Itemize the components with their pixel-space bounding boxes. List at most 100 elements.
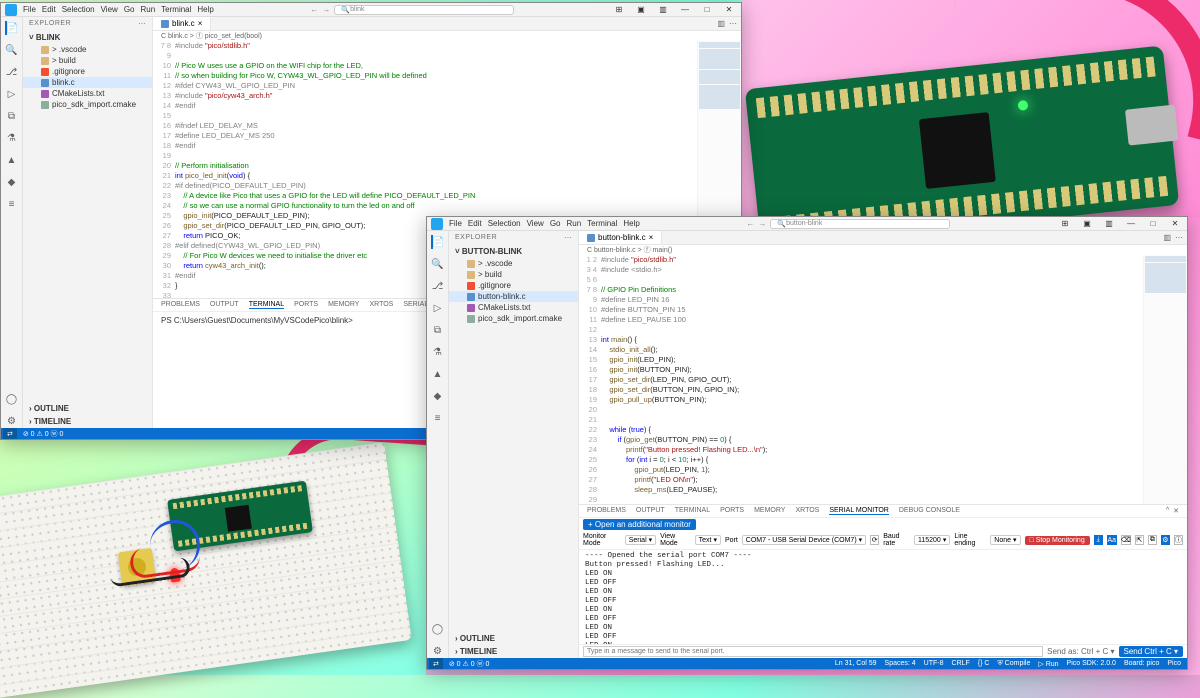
outline-section[interactable]: › OUTLINE (23, 402, 152, 415)
status----c[interactable]: {} C (978, 660, 990, 667)
line-ending-select[interactable]: None ▾ (990, 535, 1020, 545)
menu-view[interactable]: View (527, 219, 544, 228)
cmake-icon[interactable]: ▲ (431, 367, 445, 381)
open-monitor-button[interactable]: + Open an additional monitor (583, 519, 696, 530)
problems-status[interactable]: ⊘ 0 ⚠ 0 ⓦ 0 (449, 659, 490, 669)
menu-run[interactable]: Run (566, 219, 581, 228)
menu-selection[interactable]: Selection (62, 5, 95, 14)
panel-maximize-icon[interactable]: ^ (1166, 507, 1169, 515)
panel-tab-problems[interactable]: PROBLEMS (587, 507, 626, 515)
file-cmakelists-txt[interactable]: CMakeLists.txt (449, 302, 578, 313)
tab-button-blink-c[interactable]: button-blink.c × (579, 231, 662, 244)
refresh-port-icon[interactable]: ⟳ (870, 535, 879, 545)
more-icon[interactable]: ⋯ (565, 234, 573, 242)
explorer-sidebar[interactable]: EXPLORER⋯ ˅ BLINK > .vscode> build.gitig… (23, 17, 153, 428)
problems-status[interactable]: ⊘ 0 ⚠ 0 ⓦ 0 (23, 429, 64, 439)
more-icon[interactable]: ⋯ (729, 19, 737, 28)
editor-tabs[interactable]: button-blink.c × ▥ ⋯ (579, 231, 1187, 245)
extensions-icon[interactable]: ⧉ (431, 323, 445, 337)
timeline-section[interactable]: › TIMELINE (23, 415, 152, 428)
panel-tab-ports[interactable]: PORTS (294, 301, 318, 309)
status-bar[interactable]: ⇄⊘ 0 ⚠ 0 ⓦ 0 Ln 31, Col 59Spaces: 4UTF-8… (427, 658, 1187, 669)
settings-icon[interactable]: ⚙ (431, 644, 445, 658)
menu-help[interactable]: Help (623, 219, 639, 228)
nav-back-icon[interactable]: ← (746, 219, 754, 228)
file-pico-sdk-import-cmake[interactable]: pico_sdk_import.cmake (23, 99, 152, 110)
activity-bar[interactable]: 📄 🔍 ⎇ ▷ ⧉ ⚗ ▲ ◆ ≡ ◯ ⚙ (427, 231, 449, 658)
breadcrumb[interactable]: C button-blink.c > ⓕ main() (579, 245, 1187, 255)
file-button-blink-c[interactable]: button-blink.c (449, 291, 578, 302)
clear-icon[interactable]: ⌫ (1121, 535, 1131, 545)
panel-tab-serial-monitor[interactable]: SERIAL MONITOR (829, 507, 889, 515)
serial-input-bar[interactable]: Send as: Ctrl + C ▾ Send Ctrl + C ▾ (579, 644, 1187, 658)
menu-edit[interactable]: Edit (42, 5, 56, 14)
layout-panel-icon[interactable]: ⊞ (611, 5, 627, 14)
code-editor[interactable]: 1 2 3 4 5 6 7 8 9 10 11 12 13 14 15 16 1… (579, 255, 1187, 504)
pico-icon[interactable]: ◆ (5, 175, 19, 189)
more-icon[interactable]: ⋯ (1175, 233, 1183, 242)
nav-fwd-icon[interactable]: → (322, 5, 330, 14)
close-tab-icon[interactable]: × (198, 19, 203, 28)
editor-tabs[interactable]: blink.c × ▥⋯ (153, 17, 741, 31)
nav-back-icon[interactable]: ← (310, 5, 318, 14)
breadcrumb[interactable]: C blink.c > ⓕ pico_set_led(bool) (153, 31, 741, 41)
menu-help[interactable]: Help (197, 5, 213, 14)
panel-tab-terminal[interactable]: TERMINAL (249, 301, 284, 309)
scm-icon[interactable]: ⎇ (5, 65, 19, 79)
status-utf-8[interactable]: UTF-8 (924, 660, 944, 667)
layout-custom-icon[interactable]: ▥ (1101, 219, 1117, 228)
minimap[interactable] (1143, 255, 1187, 504)
monitor-mode-select[interactable]: Serial ▾ (625, 535, 656, 545)
close-button[interactable]: ✕ (1167, 219, 1183, 228)
menu-bar[interactable]: FileEditSelectionViewGoRunTerminalHelp (449, 219, 640, 228)
file----vscode[interactable]: > .vscode (23, 44, 152, 55)
file--gitignore[interactable]: .gitignore (449, 280, 578, 291)
menu-file[interactable]: File (449, 219, 462, 228)
split-icon[interactable]: ▥ (1163, 233, 1171, 242)
explorer-sidebar[interactable]: EXPLORER⋯ ˅ BUTTON-BLINK > .vscode> buil… (449, 231, 579, 658)
nav-fwd-icon[interactable]: → (758, 219, 766, 228)
stop-monitoring-button[interactable]: □ Stop Monitoring (1025, 536, 1090, 545)
file---build[interactable]: > build (449, 269, 578, 280)
panel-tab-memory[interactable]: MEMORY (328, 301, 359, 309)
copy-icon[interactable]: ⧉ (1148, 535, 1157, 545)
extensions-icon[interactable]: ⧉ (5, 109, 19, 123)
search-icon[interactable]: 🔍 (431, 257, 445, 271)
serial-icon[interactable]: ≡ (5, 197, 19, 211)
panel-tab-debug-console[interactable]: DEBUG CONSOLE (899, 507, 960, 515)
status-pico[interactable]: Pico (1167, 660, 1181, 667)
panel-tab-output[interactable]: OUTPUT (210, 301, 239, 309)
more-icon[interactable]: ⋯ (139, 20, 147, 28)
serial-output[interactable]: ---- Opened the serial port COM7 ---- Bu… (579, 550, 1187, 644)
serial-icon[interactable]: ≡ (431, 411, 445, 425)
debug-icon[interactable]: ▷ (5, 87, 19, 101)
account-icon[interactable]: ◯ (5, 392, 19, 406)
minimize-button[interactable]: — (677, 5, 693, 14)
explorer-icon[interactable]: 📄 (431, 235, 445, 249)
baud-select[interactable]: 115200 ▾ (914, 535, 950, 545)
workspace-root[interactable]: ˅ BLINK (23, 31, 152, 44)
menu-go[interactable]: Go (550, 219, 561, 228)
remote-indicator[interactable]: ⇄ (3, 428, 17, 439)
status-ln-31--col-59[interactable]: Ln 31, Col 59 (835, 660, 877, 667)
layout-side-icon[interactable]: ▣ (1079, 219, 1095, 228)
expand-icon[interactable]: ⇱ (1135, 535, 1144, 545)
panel-tabs[interactable]: PROBLEMSOUTPUTTERMINALPORTSMEMORYXRTOSSE… (579, 505, 1187, 518)
account-icon[interactable]: ◯ (431, 622, 445, 636)
menu-file[interactable]: File (23, 5, 36, 14)
file----vscode[interactable]: > .vscode (449, 258, 578, 269)
serial-input-field[interactable] (583, 646, 1043, 657)
layout-side-icon[interactable]: ▣ (633, 5, 649, 14)
panel-tab-terminal[interactable]: TERMINAL (675, 507, 710, 515)
panel-tab-memory[interactable]: MEMORY (754, 507, 785, 515)
menu-run[interactable]: Run (140, 5, 155, 14)
workspace-root[interactable]: ˅ BUTTON-BLINK (449, 245, 578, 258)
pico-icon[interactable]: ◆ (431, 389, 445, 403)
test-icon[interactable]: ⚗ (5, 131, 19, 145)
test-icon[interactable]: ⚗ (431, 345, 445, 359)
close-button[interactable]: ✕ (721, 5, 737, 14)
tab-blink-c[interactable]: blink.c × (153, 17, 211, 30)
help-icon[interactable]: ⓘ (1174, 535, 1183, 545)
menu-view[interactable]: View (101, 5, 118, 14)
search-icon[interactable]: 🔍 (5, 43, 19, 57)
